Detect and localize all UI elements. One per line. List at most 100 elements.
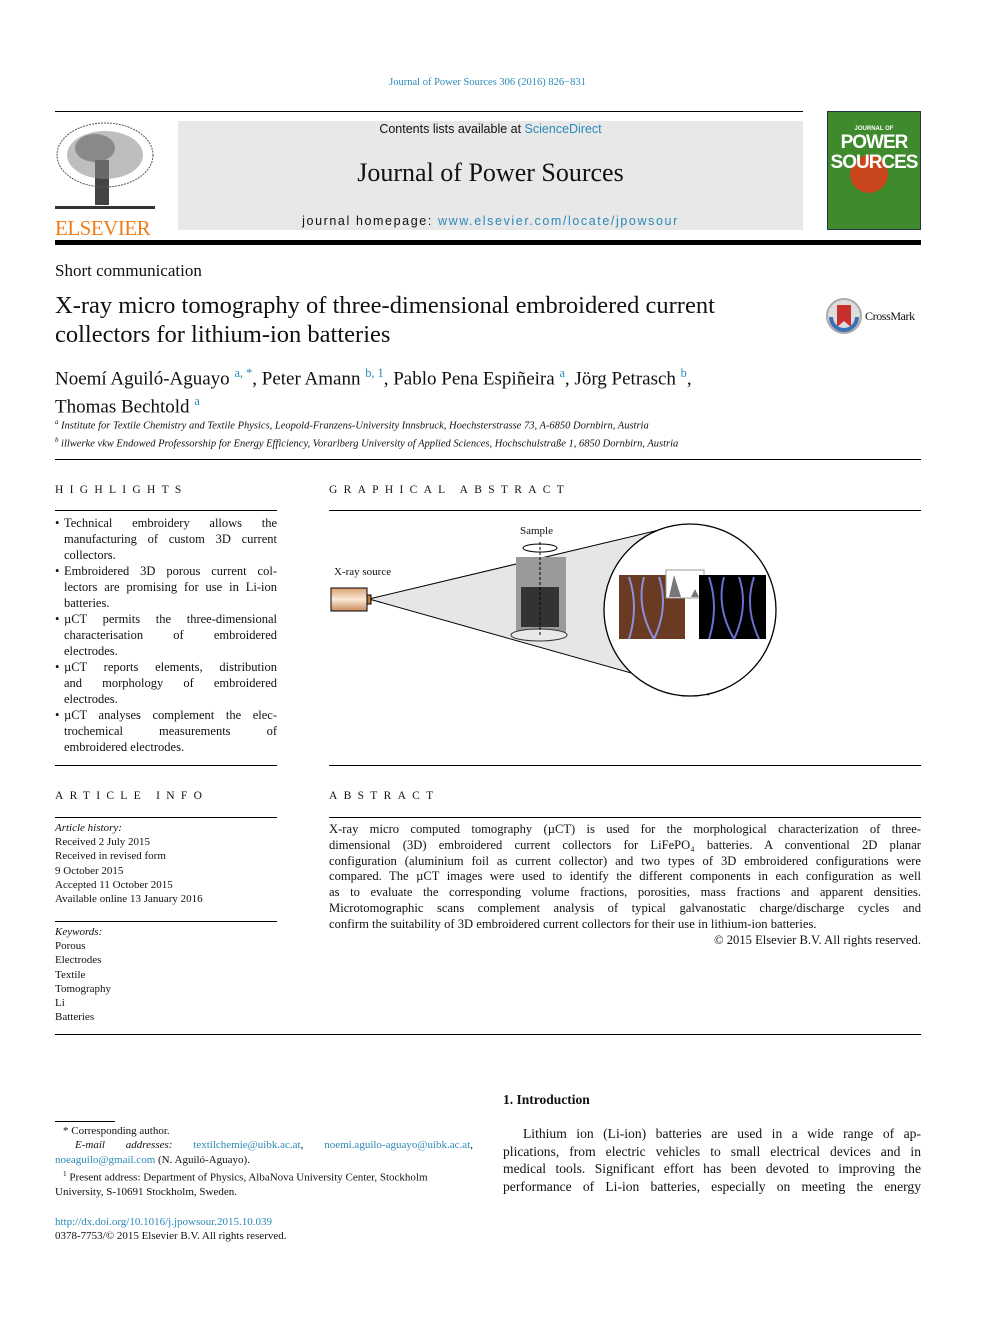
elsevier-tree-icon: [55, 122, 155, 209]
highlight-line: • µCT analyses complement the elec-: [55, 707, 277, 723]
affiliations: a Institute for Textile Chemistry and Te…: [55, 416, 678, 451]
divider: [55, 459, 921, 460]
graphical-abstract-diagram: [330, 523, 777, 697]
history-item: 9 October 2015: [55, 864, 124, 877]
author-affiliation-mark[interactable]: a, *: [234, 366, 252, 380]
author[interactable]: Jörg Petrasch: [574, 368, 676, 389]
intro-line: plications, from electric vehicles to sm…: [503, 1143, 921, 1159]
history-item: Received in revised form: [55, 850, 166, 863]
history-item: Accepted 11 October 2015: [55, 878, 173, 891]
xray-source-icon: [330, 587, 368, 612]
author[interactable]: Peter Amann: [262, 368, 361, 389]
intro-line: performance of Li-ion batteries, especia…: [503, 1179, 921, 1195]
highlight-text: collectors.: [64, 548, 116, 562]
email-link[interactable]: textilchemie@uibk.ac.at: [193, 1139, 300, 1151]
elsevier-logo[interactable]: ELSEVIER: [55, 120, 155, 239]
highlight-line: characterisation of embroidered: [55, 627, 277, 643]
email-link[interactable]: noeaguilo@gmail.com: [55, 1154, 155, 1166]
highlight-text: lectors are promising for use in Li-ion: [64, 580, 277, 594]
author[interactable]: Noemí Aguiló-Aguayo: [55, 368, 230, 389]
highlight-line: collectors.: [55, 547, 277, 563]
affiliation: b illwerke vkw Endowed Professorship for…: [55, 434, 678, 452]
doi-link[interactable]: http://dx.doi.org/10.1016/j.jpowsour.201…: [55, 1216, 272, 1228]
abstract-line: Microtomographic scans complement analys…: [329, 900, 921, 915]
sciencedirect-link[interactable]: ScienceDirect: [525, 122, 602, 136]
affiliation-text: Institute for Textile Chemistry and Text…: [61, 420, 649, 432]
keyword: Porous: [55, 940, 86, 953]
highlights-list: • Technical embroidery allows the manufact…: [55, 515, 277, 755]
cover-title-2: SOURCES: [830, 152, 919, 173]
email-link[interactable]: noemi.aguilo-aguayo@uibk.ac.at: [324, 1139, 470, 1151]
affiliation: a Institute for Textile Chemistry and Te…: [55, 416, 678, 434]
thick-divider: [55, 240, 921, 245]
bullet-icon: •: [55, 516, 60, 530]
divider: [55, 817, 277, 818]
keywords-label: Keywords:: [55, 926, 103, 938]
cover-title: POWER SOURCES: [828, 133, 920, 173]
highlight-text: characterisation of embroidered: [64, 628, 277, 642]
divider: [55, 111, 803, 112]
affiliation-text: illwerke vkw Endowed Professorship for E…: [61, 438, 679, 449]
journal-banner: Contents lists available at ScienceDirec…: [178, 121, 803, 230]
author[interactable]: Pablo Pena Espiñeira: [393, 368, 554, 389]
cover-title-1: POWER: [840, 132, 909, 153]
homepage-link[interactable]: www.elsevier.com/locate/jpowsour: [438, 214, 679, 228]
highlight-line: • µCT reports elements, distribution: [55, 659, 277, 675]
highlight-text: µCT analyses complement the elec-: [64, 708, 277, 722]
separator: ,: [686, 368, 692, 390]
journal-reference[interactable]: Journal of Power Sources 306 (2016) 826−…: [0, 77, 975, 88]
sample-holder: [510, 628, 568, 642]
corresponding-note: Corresponding author.: [71, 1125, 170, 1137]
highlight-line: electrodes.: [55, 691, 277, 707]
asterisk-mark: *: [63, 1125, 72, 1137]
separator: ,: [564, 368, 575, 390]
crossmark-icon: [826, 298, 862, 334]
highlight-text: µCT reports elements, distribution: [64, 660, 277, 674]
highlight-text: and morphology of embroidered: [64, 676, 277, 690]
title-line: collectors for lithium-ion batteries: [55, 321, 391, 348]
highlight-text: trochemical measurements of: [64, 724, 277, 738]
highlights-heading: HIGHLIGHTS: [55, 484, 188, 496]
abstract-line: compared. The µCT images were used to id…: [329, 869, 921, 884]
publisher-name: ELSEVIER: [55, 216, 151, 240]
author-affiliation-mark[interactable]: a: [194, 394, 199, 408]
highlight-line: and morphology of embroidered: [55, 675, 277, 691]
divider: [55, 510, 277, 511]
journal-title: Journal of Power Sources: [357, 158, 624, 187]
abstract-copyright: © 2015 Elsevier B.V. All rights reserved…: [714, 932, 921, 947]
bullet-icon: •: [55, 708, 60, 722]
highlight-text: µCT permits the three-dimensional: [64, 612, 277, 626]
present-address: University, S-10691 Stockholm, Sweden.: [55, 1185, 237, 1198]
highlight-text: Embroidered 3D porous current col-: [64, 564, 277, 578]
article-info-heading: ARTICLE INFO: [55, 790, 209, 802]
issn-copyright: 0378-7753/© 2015 Elsevier B.V. All right…: [55, 1230, 287, 1243]
crossmark-label: CrossMark: [865, 308, 915, 323]
keyword: Textile: [55, 968, 86, 981]
keyword: Li: [55, 997, 65, 1010]
author[interactable]: Thomas Bechtold: [55, 397, 190, 418]
highlight-line: • Technical embroidery allows the: [55, 515, 277, 531]
author-affiliation-mark[interactable]: b, 1: [365, 366, 384, 380]
title-line: X-ray micro tomography of three-dimensio…: [55, 292, 715, 319]
keyword: Electrodes: [55, 954, 102, 967]
highlight-line: embroidered electrodes.: [55, 739, 277, 755]
footnote-divider: [55, 1121, 115, 1122]
divider: [55, 765, 277, 766]
divider: [55, 921, 277, 922]
history-item: Received 2 July 2015: [55, 836, 151, 849]
affiliation-mark: a: [55, 419, 59, 426]
highlight-line: manufacturing of custom 3D current: [55, 531, 277, 547]
footnote-mark: 1: [63, 1169, 67, 1178]
abstract-line: dimensional (3D) embroidered current col…: [329, 837, 921, 852]
bullet-icon: •: [55, 612, 60, 626]
graphical-abstract-figure[interactable]: Sample X-ray source: [329, 515, 789, 705]
divider: [329, 510, 921, 511]
highlight-text: batteries.: [64, 596, 110, 610]
journal-cover[interactable]: JOURNAL OF POWER SOURCES: [827, 111, 921, 230]
crossmark-button[interactable]: CrossMark: [825, 297, 915, 335]
history-label: Article history:: [55, 822, 122, 834]
highlight-text: electrodes.: [64, 644, 118, 658]
highlight-line: lectors are promising for use in Li-ion: [55, 579, 277, 595]
highlight-line: electrodes.: [55, 643, 277, 659]
introduction-heading: 1. Introduction: [503, 1092, 590, 1107]
